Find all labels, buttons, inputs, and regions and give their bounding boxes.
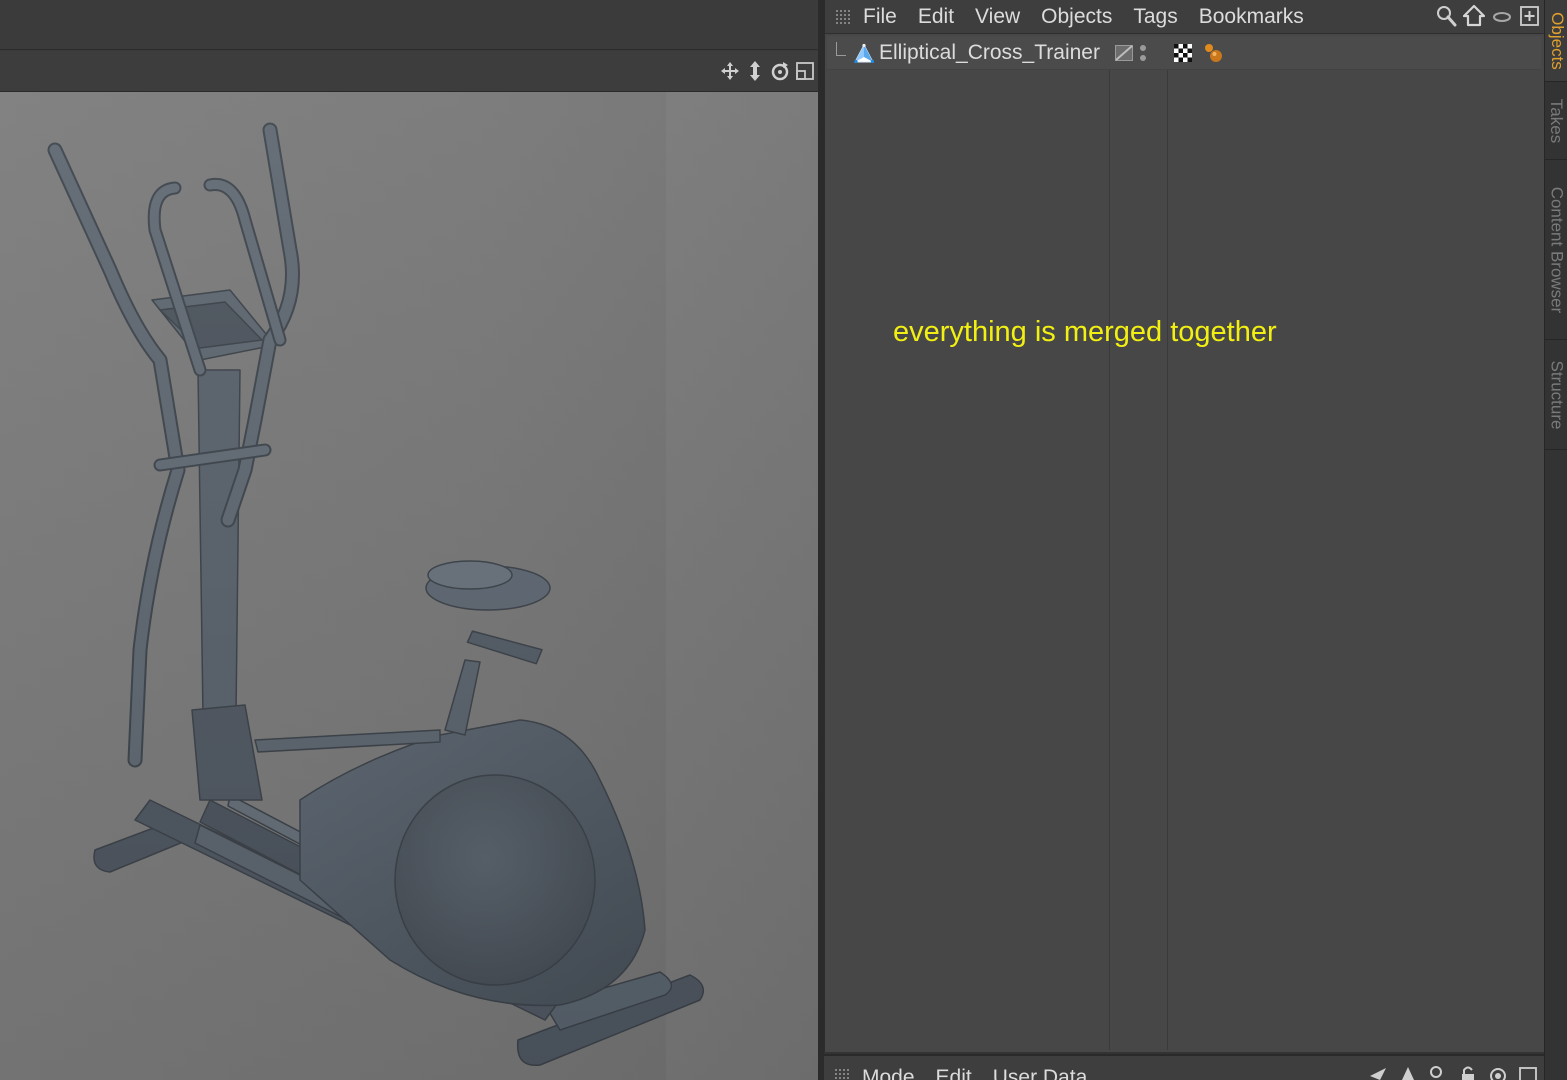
column-divider[interactable] [1167, 36, 1168, 1050]
menu-file[interactable]: File [863, 5, 897, 29]
maximize-view-icon[interactable] [794, 60, 816, 82]
up-arrow-icon[interactable] [1398, 1064, 1418, 1080]
tab-takes[interactable]: Takes [1545, 82, 1567, 160]
menu-edit[interactable]: Edit [918, 5, 954, 29]
elliptical-cross-trainer-model [47, 122, 705, 1067]
menu-edit[interactable]: Edit [936, 1066, 972, 1080]
rotate-view-icon[interactable] [769, 60, 791, 82]
viewport-canvas[interactable] [0, 92, 818, 1080]
tree-connector [836, 42, 846, 56]
viewport-nav-icons [719, 60, 816, 82]
move-view-icon[interactable] [719, 60, 741, 82]
checker-material-tag-icon[interactable] [1174, 44, 1192, 62]
new-window-icon[interactable] [1519, 4, 1541, 28]
lock-icon[interactable] [1458, 1064, 1478, 1080]
home-icon[interactable] [1462, 4, 1486, 28]
new-window-icon[interactable] [1518, 1064, 1538, 1080]
viewport-header [0, 51, 822, 92]
search-icon[interactable] [1428, 1064, 1448, 1080]
target-icon[interactable] [1488, 1064, 1508, 1080]
object-row[interactable]: Elliptical_Cross_Trainer [827, 36, 1541, 70]
object-list[interactable]: Elliptical_Cross_Trainer everything is m… [827, 36, 1541, 1050]
object-manager-menubar: File Edit View Objects Tags Bookmarks [825, 0, 1545, 34]
column-divider[interactable] [1109, 36, 1110, 1050]
object-manager: File Edit View Objects Tags Bookmarks El… [824, 0, 1545, 1052]
panel-grip-icon[interactable] [835, 8, 851, 25]
panel-grip-icon[interactable] [834, 1068, 850, 1080]
menu-objects[interactable]: Objects [1041, 5, 1112, 29]
side-tabs: Objects Takes Content Browser Structure [1544, 0, 1567, 1080]
menu-mode[interactable]: Mode [862, 1066, 915, 1080]
dolly-view-icon[interactable] [744, 60, 766, 82]
tab-structure[interactable]: Structure [1545, 340, 1567, 450]
layer-icon[interactable] [1115, 45, 1133, 61]
menu-user-data[interactable]: User Data [993, 1066, 1088, 1080]
tab-objects[interactable]: Objects [1545, 0, 1567, 82]
object-name[interactable]: Elliptical_Cross_Trainer [879, 41, 1100, 65]
tab-content-browser[interactable]: Content Browser [1545, 160, 1567, 340]
attribute-manager-tools [1368, 1064, 1538, 1080]
menu-tags[interactable]: Tags [1133, 5, 1177, 29]
viewport-area [0, 0, 822, 1080]
search-icon[interactable] [1435, 4, 1457, 28]
annotation-note: everything is merged together [893, 316, 1277, 348]
menu-view[interactable]: View [975, 5, 1020, 29]
visibility-dots-icon[interactable] [1139, 43, 1147, 63]
link-icon[interactable] [1491, 4, 1513, 28]
menu-bookmarks[interactable]: Bookmarks [1199, 5, 1304, 29]
attribute-manager: Mode Edit User Data [824, 1054, 1544, 1080]
object-manager-tools [1435, 4, 1541, 28]
back-arrow-icon[interactable] [1368, 1064, 1388, 1080]
polygon-object-icon[interactable] [853, 43, 875, 65]
material-tag-icon[interactable] [1202, 42, 1226, 64]
viewport-menubar [0, 0, 822, 50]
